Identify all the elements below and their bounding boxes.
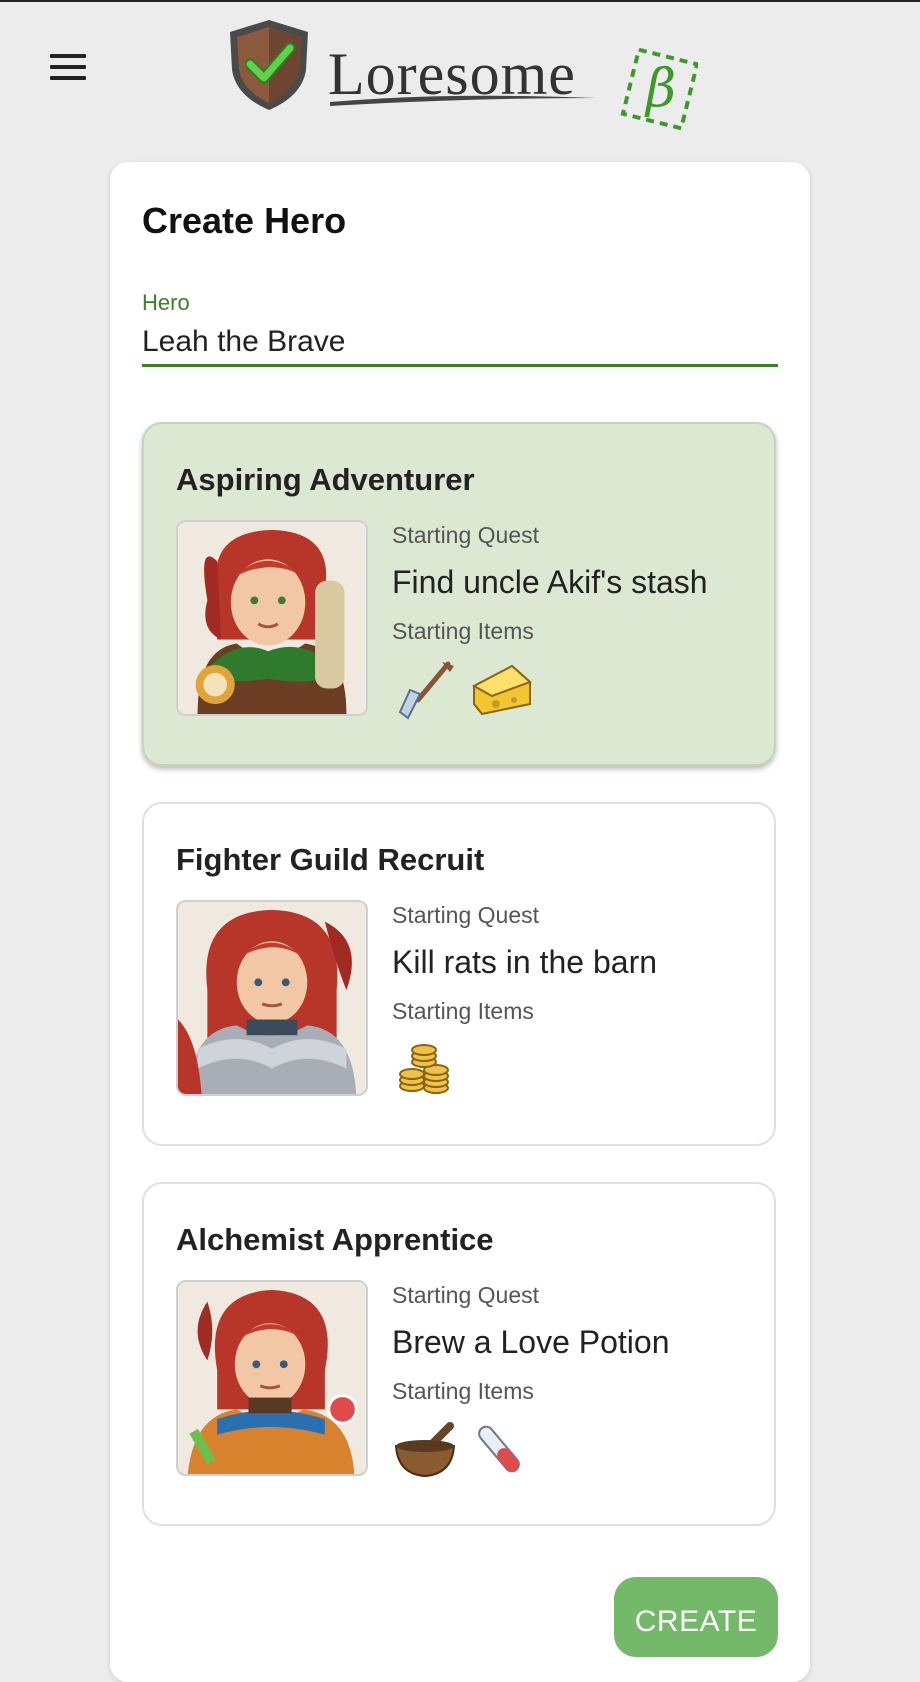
hero-field-label: Hero	[142, 290, 190, 315]
logo-swoosh	[330, 95, 596, 106]
create-hero-card: Create Hero Hero Aspiring Adventurer Sta…	[110, 162, 810, 1682]
shield-check-icon	[230, 20, 308, 110]
path-title: Alchemist Apprentice	[176, 1222, 494, 1257]
shovel-icon	[392, 656, 458, 722]
starting-items-label: Starting Items	[392, 1378, 534, 1404]
hero-portrait	[176, 520, 368, 716]
hamburger-menu-icon[interactable]	[44, 50, 88, 84]
svg-text:β: β	[644, 59, 676, 119]
starting-quest-text: Kill rats in the barn	[392, 944, 658, 980]
hero-name-input[interactable]	[142, 320, 778, 367]
starting-items-label: Starting Items	[392, 618, 534, 644]
starting-quest-label: Starting Quest	[392, 1282, 540, 1308]
starting-quest-label: Starting Quest	[392, 902, 540, 928]
path-card-aspiring-adventurer[interactable]: Aspiring Adventurer Starting Quest Find …	[142, 422, 776, 766]
starting-quest-label: Starting Quest	[392, 522, 540, 548]
cheese-icon	[468, 656, 534, 722]
starting-items-label: Starting Items	[392, 998, 534, 1024]
page-title: Create Hero	[142, 200, 347, 241]
mortar-pestle-icon	[392, 1416, 458, 1482]
path-card-alchemist-apprentice[interactable]: Alchemist Apprentice Starting Quest Brew…	[142, 1182, 776, 1526]
starting-quest-text: Brew a Love Potion	[392, 1324, 670, 1360]
path-title: Aspiring Adventurer	[176, 462, 475, 497]
hero-portrait	[176, 1280, 368, 1476]
create-button[interactable]: CREATE	[614, 1577, 778, 1657]
app-logo[interactable]: Loresome β	[228, 18, 708, 130]
beta-badge: β	[620, 48, 698, 130]
path-title: Fighter Guild Recruit	[176, 842, 485, 877]
top-border	[0, 0, 920, 2]
hero-portrait	[176, 900, 368, 1096]
starting-quest-text: Find uncle Akif's stash	[392, 564, 708, 600]
test-tube-icon	[468, 1416, 534, 1482]
gold-coins-icon	[392, 1036, 458, 1102]
path-card-fighter-guild-recruit[interactable]: Fighter Guild Recruit Starting Quest Kil…	[142, 802, 776, 1146]
